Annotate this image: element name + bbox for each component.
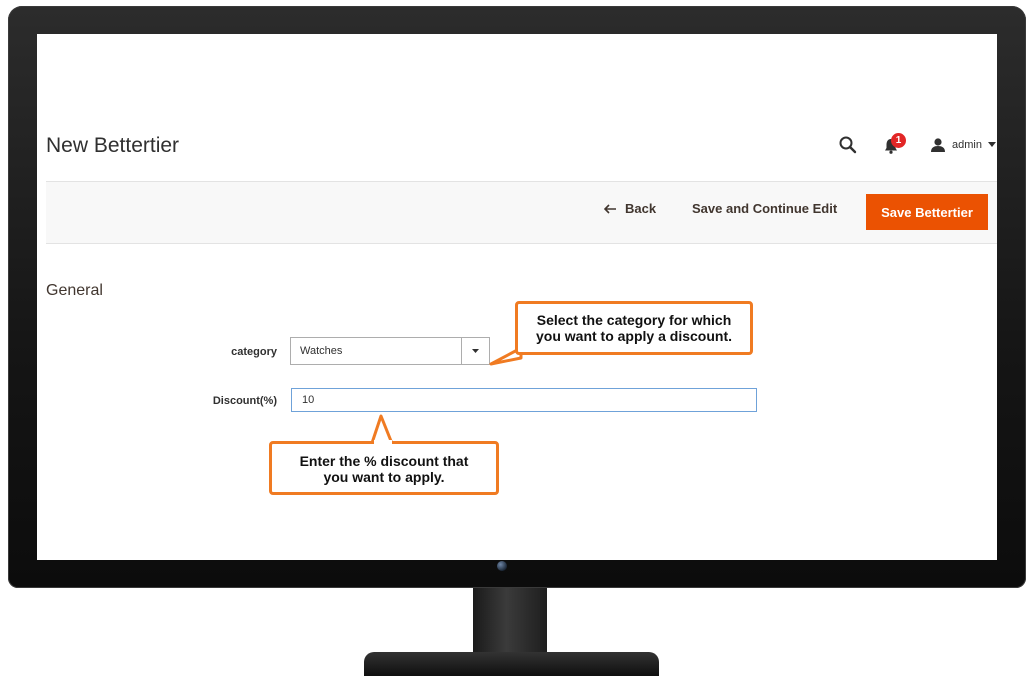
notifications-button[interactable]: 1 (882, 133, 908, 156)
section-title: General (46, 282, 103, 299)
category-select[interactable]: Watches (290, 337, 490, 365)
monitor-stand-base (364, 652, 659, 676)
category-select-value: Watches (300, 345, 343, 357)
discount-callout-line2: you want to apply. (323, 469, 445, 485)
discount-input-value: 10 (302, 394, 315, 406)
category-callout: Select the category for which you want t… (515, 301, 753, 355)
save-button[interactable]: Save Bettertier (866, 194, 988, 230)
screen: New Bettertier 1 admin Back Save and Con… (37, 34, 997, 560)
discount-callout-pointer-cover (374, 440, 392, 444)
discount-callout-line1: Enter the % discount that (299, 453, 469, 469)
back-button[interactable]: Back (604, 201, 656, 216)
notification-badge: 1 (891, 133, 906, 148)
category-label: category (231, 346, 277, 358)
monitor-stand-neck (473, 588, 547, 654)
user-icon (931, 138, 945, 152)
back-button-label: Back (625, 201, 657, 216)
dropdown-arrow-icon (461, 338, 489, 364)
search-icon[interactable] (838, 135, 858, 155)
user-menu[interactable]: admin (930, 135, 996, 155)
category-callout-line1: Select the category for which (536, 312, 732, 328)
page-title: New Bettertier (46, 134, 180, 157)
discount-input[interactable]: 10 (291, 388, 757, 412)
category-callout-line2: you want to apply a discount. (535, 328, 732, 344)
discount-label: Discount(%) (212, 395, 277, 407)
page-actions-bar: Back Save and Continue Edit Save Bettert… (46, 181, 997, 244)
save-continue-button[interactable]: Save and Continue Edit (692, 201, 837, 216)
chevron-down-icon (987, 142, 996, 147)
webcam (497, 561, 507, 571)
monitor-frame: New Bettertier 1 admin Back Save and Con… (8, 6, 1026, 588)
user-name: admin (952, 139, 982, 151)
arrow-left-icon (604, 203, 616, 214)
discount-callout: Enter the % discount that you want to ap… (269, 441, 499, 495)
